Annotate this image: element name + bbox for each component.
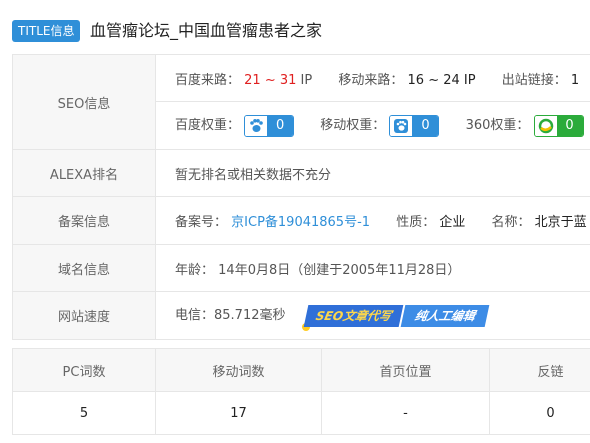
domain-age-value: 14年0月8日（创建于2005年11月28日） xyxy=(218,262,461,278)
baidu-paw-icon xyxy=(245,115,268,136)
keyword-table-header: PC词数 移动词数 首页位置 反链 xyxy=(12,348,590,392)
banner-left-text: SEO文章代写 xyxy=(303,304,404,327)
mobile-words-value: 17 xyxy=(155,391,322,435)
backlinks-value: 0 xyxy=(489,391,590,435)
baidu-weight-badge[interactable]: 0 xyxy=(244,114,295,137)
icp-label: 备案信息 xyxy=(12,196,156,245)
seo-info-table: SEO信息 百度来路： 21 ~ 31 IP 移动来路： 16 ~ 24 IP … xyxy=(12,54,590,340)
banner-right-text: 纯人工编辑 xyxy=(400,304,490,327)
domain-label: 域名信息 xyxy=(12,244,156,292)
mobile-paw-icon xyxy=(390,115,413,136)
mobile-weight[interactable]: 移动权重： 0 xyxy=(320,114,440,137)
alexa-label: ALEXA排名 xyxy=(12,149,156,197)
baidu-weight[interactable]: 百度权重： 0 xyxy=(175,114,295,137)
baidu-traffic-value: 21 ~ 31 xyxy=(244,72,297,88)
speed-row: 电信：85.712毫秒 SEO文章代写 纯人工编辑 xyxy=(155,291,590,340)
icp-number-link[interactable]: 京ICP备19041865号-1 xyxy=(231,215,370,230)
keyword-table: PC词数 移动词数 首页位置 反链 5 17 - 0 xyxy=(12,348,590,435)
w360-weight[interactable]: 360权重： 0 xyxy=(466,114,584,137)
site-title[interactable]: 血管瘤论坛_中国血管瘤患者之家 xyxy=(90,20,322,42)
outlinks: 出站链接： 1 xyxy=(501,72,580,88)
icp-name: 名称： 北京于蓝 xyxy=(491,215,587,230)
mobile-traffic: 移动来路： 16 ~ 24 IP xyxy=(338,72,476,88)
icp-row: 备案号： 京ICP备19041865号-1 性质： 企业 名称： 北京于蓝 xyxy=(155,196,590,245)
speed-value: 电信：85.712毫秒 xyxy=(175,308,286,324)
home-position-value: - xyxy=(321,391,490,435)
seo-ad-banner[interactable]: SEO文章代写 纯人工编辑 xyxy=(301,304,490,331)
domain-row: 年龄： 14年0月8日（创建于2005年11月28日） xyxy=(155,244,590,292)
keyword-table-row: 5 17 - 0 xyxy=(12,391,590,435)
header-home-position: 首页位置 xyxy=(321,348,490,392)
seo-traffic-row: 百度来路： 21 ~ 31 IP 移动来路： 16 ~ 24 IP 出站链接： … xyxy=(155,54,590,102)
header-backlinks: 反链 xyxy=(489,348,590,392)
w360-weight-badge[interactable]: 0 xyxy=(533,114,584,137)
mobile-weight-badge[interactable]: 0 xyxy=(389,114,440,137)
seo-weight-row: 百度权重： 0 移动权重： 0 360权重： 0 xyxy=(155,101,590,150)
pc-words-value: 5 xyxy=(12,391,156,435)
mobile-traffic-value: 16 ~ 24 IP xyxy=(407,72,476,88)
title-badge: TITLE信息 xyxy=(12,20,81,42)
outlinks-value: 1 xyxy=(570,72,580,88)
icp-number: 备案号： 京ICP备19041865号-1 xyxy=(175,215,371,230)
header-mobile-words: 移动词数 xyxy=(155,348,322,392)
seo-label: SEO信息 xyxy=(12,54,156,150)
360-logo-icon xyxy=(534,115,557,136)
title-bar: TITLE信息 血管瘤论坛_中国血管瘤患者之家 xyxy=(0,0,590,54)
alexa-value: 暂无排名或相关数据不充分 xyxy=(155,149,590,197)
header-pc-words: PC词数 xyxy=(12,348,156,392)
speed-label: 网站速度 xyxy=(12,291,156,340)
baidu-traffic: 百度来路： 21 ~ 31 IP xyxy=(175,72,313,88)
icp-nature: 性质： 企业 xyxy=(396,215,466,230)
